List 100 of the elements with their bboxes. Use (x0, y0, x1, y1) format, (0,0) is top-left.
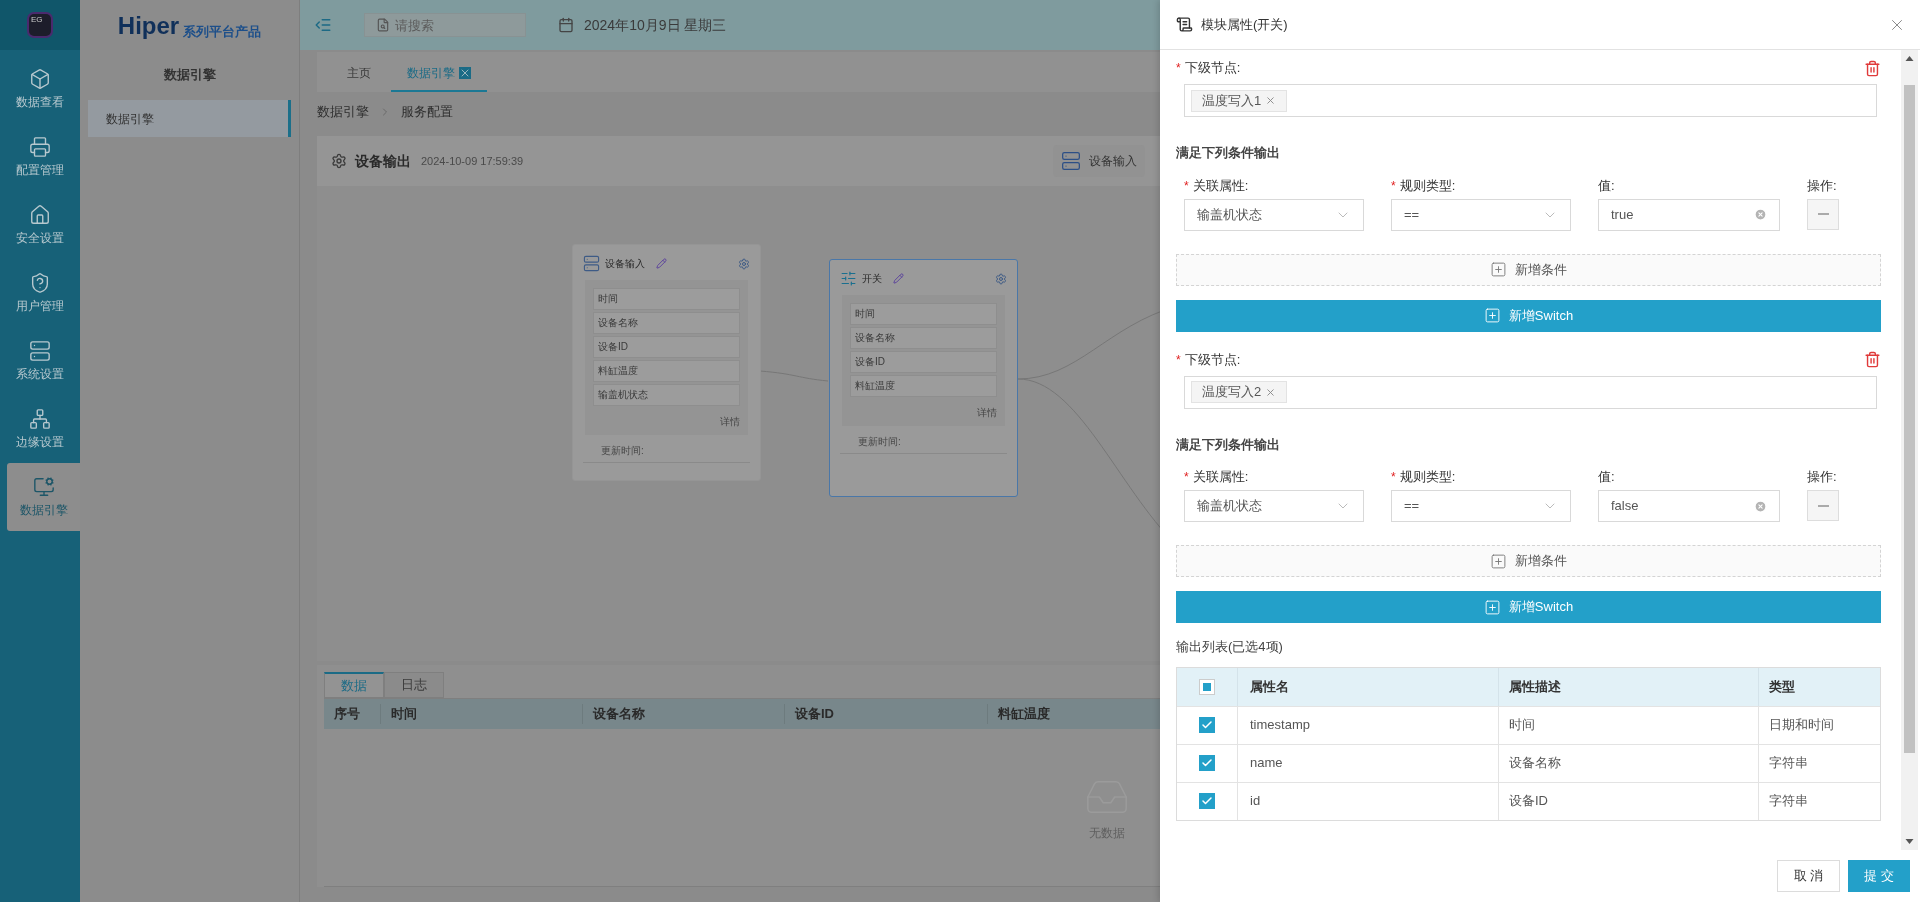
scroll-down-arrow-icon[interactable] (1905, 839, 1914, 844)
add-switch-button[interactable]: 新增Switch (1176, 299, 1881, 332)
search-field[interactable]: 请搜索 (364, 13, 526, 38)
remove-tag-icon[interactable] (1265, 386, 1277, 398)
add-switch-button[interactable]: 新增Switch (1176, 591, 1881, 623)
select-field[interactable]: == (1391, 490, 1571, 522)
tag-input-field[interactable]: 温度写入2 (1184, 375, 1877, 409)
side-menu-item[interactable]: 数据引擎 (88, 100, 291, 137)
value-field[interactable]: true (1598, 198, 1780, 231)
field-label: 下级节点: (1184, 59, 1241, 78)
settings-icon (331, 153, 347, 169)
nav-icon (29, 339, 51, 362)
brand-tagline: 系列平台产品 (183, 25, 262, 38)
search-icon (376, 17, 390, 32)
submit-button[interactable]: 提 交 (1848, 860, 1910, 892)
value-field[interactable]: false (1598, 490, 1780, 522)
checkbox[interactable] (1199, 678, 1215, 695)
flow-node[interactable]: 设备输入 时间 设备名称 设备ID 料缸温度 输盖机状态 详情 更新时间: (572, 244, 761, 481)
tag-input-field[interactable]: 温度写入1 (1184, 84, 1877, 117)
update-time-label: 更新时间: (840, 434, 1007, 454)
page-tab[interactable]: 主页 (331, 55, 387, 92)
add-condition-button[interactable]: 新增条件 (1176, 253, 1881, 286)
node-type-icon (840, 270, 857, 287)
node-field: 料缸温度 (850, 375, 997, 397)
select-field[interactable]: == (1391, 198, 1571, 231)
checkbox[interactable] (1199, 793, 1215, 809)
select-field[interactable]: 输盖机状态 (1184, 198, 1364, 231)
required-mark: * (1176, 351, 1181, 369)
scrollbar[interactable] (1901, 50, 1918, 850)
side-panel-title: 数据引擎 (162, 66, 217, 85)
nav-rail-item[interactable]: 数据查看 (0, 55, 80, 123)
add-icon (1483, 598, 1501, 616)
minus-icon (1817, 504, 1829, 507)
column-header: 序号 (333, 705, 361, 724)
details-link[interactable]: 详情 (720, 414, 740, 429)
delete-icon[interactable] (1864, 59, 1881, 77)
node-tag: 温度写入2 (1191, 381, 1288, 403)
panel-tab[interactable]: 日志 (384, 672, 444, 698)
column-header: 设备ID (784, 704, 987, 724)
field-label: 值: (1598, 468, 1615, 487)
checkbox[interactable] (1199, 717, 1215, 733)
card-timestamp: 2024-10-09 17:59:39 (421, 153, 524, 169)
nav-rail-item[interactable]: 数据引擎 (7, 463, 80, 531)
node-field: 设备名称 (850, 327, 997, 349)
edit-icon[interactable] (893, 273, 904, 284)
clear-icon[interactable] (1754, 499, 1767, 513)
menu-toggle-icon[interactable] (314, 16, 332, 34)
remove-condition-button[interactable] (1807, 490, 1839, 521)
nav-rail-item[interactable]: 系统设置 (0, 327, 80, 395)
node-title: 开关 (862, 272, 882, 286)
connector-line (759, 370, 829, 382)
close-tab-icon[interactable] (459, 66, 471, 79)
cancel-button[interactable]: 取 消 (1776, 860, 1841, 892)
clear-icon[interactable] (1754, 208, 1767, 221)
edit-icon[interactable] (656, 258, 667, 269)
table-cell: name (1237, 744, 1498, 782)
section-title: 满足下列条件输出 (1176, 435, 1281, 454)
nav-icon (29, 407, 51, 430)
field-label: 操作: (1807, 468, 1837, 487)
add-condition-button[interactable]: 新增条件 (1176, 545, 1881, 577)
remove-condition-button[interactable] (1807, 198, 1839, 230)
table-cell: timestamp (1237, 706, 1498, 744)
check-icon (1201, 757, 1213, 769)
table-cell: 日期和时间 (1758, 706, 1880, 744)
table-cell: 时间 (1498, 706, 1758, 744)
table-cell: 设备ID (1498, 782, 1758, 820)
settings-icon[interactable] (995, 272, 1007, 285)
minus-icon (1817, 213, 1829, 215)
breadcrumb-item[interactable]: 数据引擎 (317, 102, 369, 122)
remove-tag-icon[interactable] (1265, 95, 1277, 106)
add-icon (1483, 307, 1501, 324)
scroll-up-arrow-icon[interactable] (1905, 56, 1914, 61)
nav-rail-item[interactable]: 用户管理 (0, 259, 80, 327)
node-title: 设备输入 (605, 257, 645, 271)
delete-icon[interactable] (1864, 351, 1881, 368)
nav-icon (32, 475, 55, 498)
nav-rail-item[interactable]: 边缘设置 (0, 395, 80, 463)
add-icon (1490, 552, 1507, 570)
flow-node[interactable]: 开关 时间 设备名称 设备ID 料缸温度 详情 更新时间: (829, 259, 1018, 497)
column-header: 时间 (380, 704, 582, 724)
column-header: 属性名 (1237, 667, 1498, 706)
details-link[interactable]: 详情 (977, 405, 997, 420)
nav-rail-item[interactable]: 配置管理 (0, 123, 80, 191)
checkbox[interactable] (1199, 755, 1215, 771)
node-field: 时间 (593, 288, 740, 310)
section-title: 满足下列条件输出 (1176, 144, 1281, 162)
required-mark: * (1184, 177, 1189, 195)
column-header: 属性描述 (1498, 667, 1758, 706)
table-cell: 设备名称 (1498, 744, 1758, 782)
settings-icon[interactable] (738, 257, 750, 270)
output-list-title: 输出列表(已选4项) (1176, 638, 1284, 656)
nav-rail-item[interactable]: 安全设置 (0, 191, 80, 259)
breadcrumb-item: 服务配置 (401, 103, 453, 122)
brand-name: Hiper (117, 14, 180, 38)
select-field[interactable]: 输盖机状态 (1184, 490, 1364, 522)
toolbar-button[interactable]: 设备输入 (1053, 145, 1145, 177)
node-field: 设备名称 (593, 312, 740, 334)
table-cell: 字符串 (1758, 744, 1880, 782)
check-icon (1201, 719, 1213, 731)
field-label: 值: (1598, 176, 1615, 195)
